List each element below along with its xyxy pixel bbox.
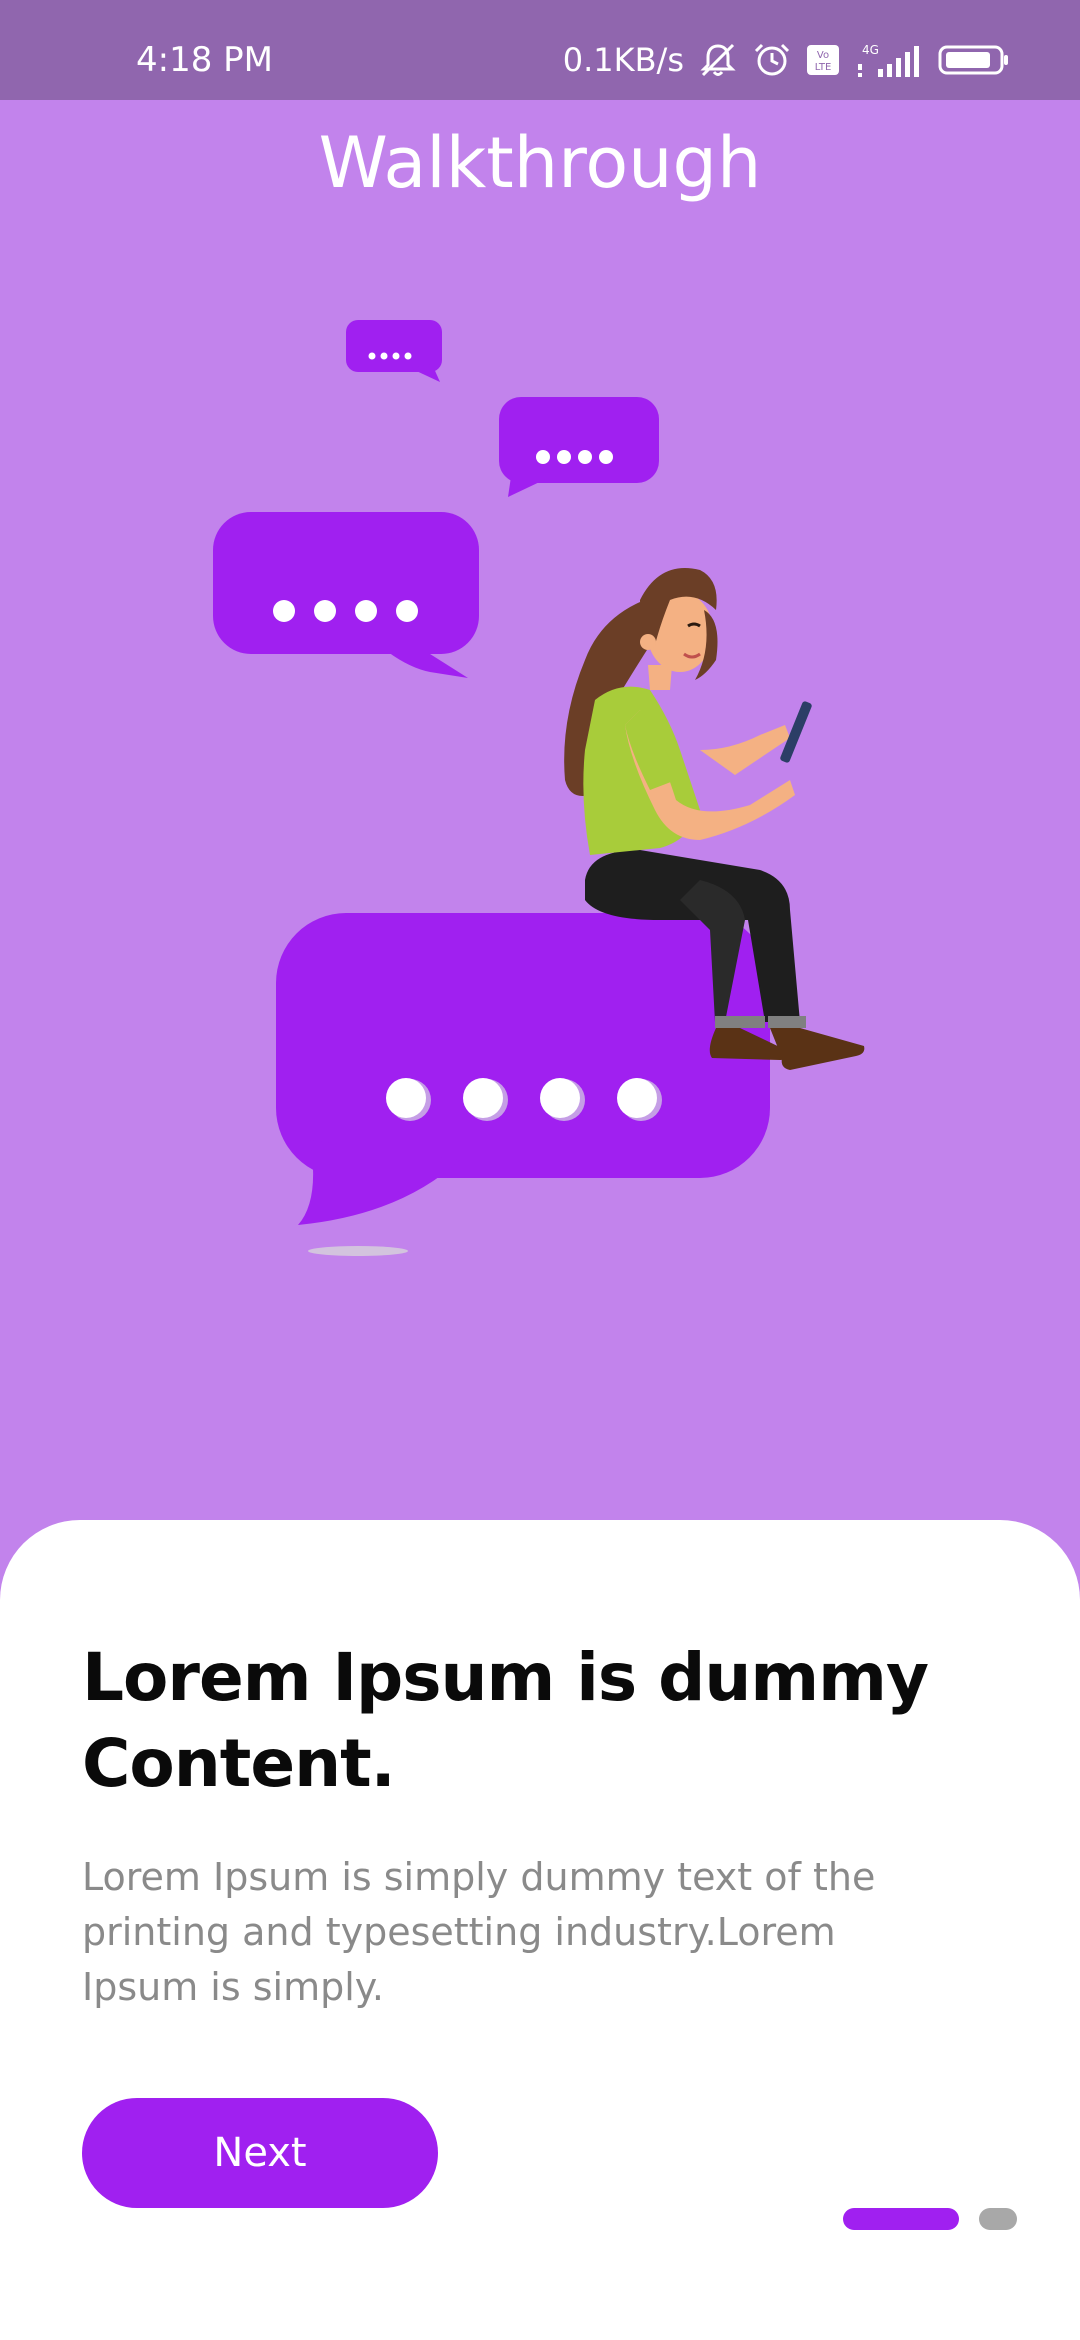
battery-icon: [938, 45, 1008, 75]
volte-icon: Vo LTE: [807, 45, 839, 75]
svg-text:4G: 4G: [862, 43, 879, 57]
chat-bubble-large-icon: [213, 512, 479, 678]
next-button[interactable]: Next: [82, 2098, 438, 2208]
chat-bubble-medium-icon: [499, 397, 659, 497]
page-indicator-active[interactable]: [843, 2208, 959, 2230]
card-heading: Lorem Ipsum is dummy Content.: [82, 1639, 929, 1802]
svg-text:Vo: Vo: [817, 50, 829, 61]
page-indicator: [843, 2208, 1017, 2230]
page-indicator-inactive[interactable]: [979, 2208, 1017, 2230]
woman-sitting-on-chat-bubble-illustration: [213, 320, 865, 1256]
chat-bubble-main-icon: [276, 913, 770, 1256]
alarm-icon: [754, 43, 790, 76]
mute-icon: [700, 43, 736, 77]
status-time: 4:18 PM: [136, 40, 273, 80]
card-body: Lorem Ipsum is simply dummy text of the …: [82, 1855, 876, 2009]
status-icons: 0.1KB/s Vo LTE 4G: [563, 40, 1010, 80]
page-title: Walkthrough: [318, 122, 762, 204]
walkthrough-card: Lorem Ipsum is dummy Content. Lorem Ipsu…: [0, 1520, 1080, 2340]
status-bar: 4:18 PM 0.1KB/s Vo LTE 4G: [0, 0, 1080, 100]
chat-bubble-small-icon: [346, 320, 442, 382]
svg-text:LTE: LTE: [815, 62, 832, 73]
network-speed: 0.1KB/s: [562, 41, 684, 79]
signal-4g-icon: 4G: [858, 43, 919, 77]
